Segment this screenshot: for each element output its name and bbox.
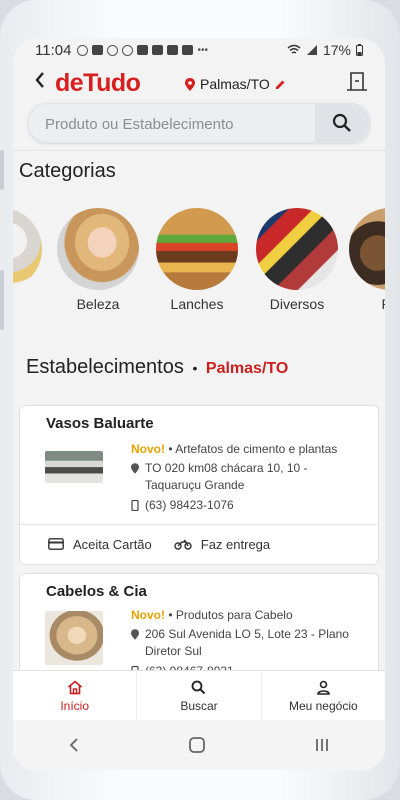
phone-frame: 11:04 ••• 17% deTudo Palmas/TO Produto o… [0,0,400,800]
search-button[interactable] [315,104,369,142]
back-button[interactable] [33,70,47,96]
establishment-info: Novo! • Artefatos de cimento e plantas T… [131,441,356,514]
notification-icons: ••• [77,44,208,56]
title-separator: • [192,360,198,376]
location-pin-icon [131,629,139,640]
credit-card-icon [48,538,64,550]
messenger-icon [92,45,104,55]
search-input[interactable] [43,104,317,144]
category-image [156,208,238,290]
chevron-left-icon [35,72,44,88]
delivery-feature: Faz entrega [174,537,270,552]
bottom-tab-bar: Início Buscar Meu negócio [13,670,385,721]
whatsapp-icon [77,44,89,56]
category-label: os [13,296,44,312]
establishment-category: • Artefatos de cimento e plantas [168,442,338,456]
establishment-phone[interactable]: (63) 98423-1076 [145,497,234,514]
search-icon [332,113,351,132]
category-label: Lanches [170,296,224,312]
tab-meu-negocio[interactable]: Meu negócio [260,671,385,721]
youtube-icon [182,45,194,55]
establishment-address: TO 020 km08 chácara 10, 10 - Taquaruçu G… [145,461,308,492]
edit-pencil-icon [275,80,285,89]
category-diversos[interactable]: Diversos [254,208,340,312]
wifi-icon [287,44,301,54]
novo-badge: Novo! [131,442,165,456]
youtube-icon [167,45,179,55]
card-payment-label: Aceita Cartão [73,536,152,552]
category-beleza[interactable]: Beleza [55,208,141,312]
establishment-features: Aceita Cartão Faz entrega [20,524,378,563]
search-icon [192,680,206,694]
category-label: Beleza [76,296,120,312]
status-bar: 11:04 ••• 17% [13,38,385,62]
location-label: Palmas/TO [200,76,270,92]
tab-label: Buscar [180,698,218,713]
category-label: Pe [347,296,385,312]
nav-home-icon[interactable] [187,736,207,754]
nav-recents-icon[interactable] [312,736,332,754]
category-image [349,208,385,290]
system-navigation-bar [13,720,385,770]
amazon-icon [137,45,149,55]
establishment-thumbnail [45,611,103,665]
exit-door-icon [347,72,367,91]
eye-icon [122,44,134,56]
signal-icon [306,45,317,55]
establishment-address: 206 Sul Avenida LO 5, Lote 23 - Plano Di… [145,627,349,658]
system-icons: 17% [287,42,363,58]
youtube-icon [152,45,164,55]
establishments-title: Estabelecimentos • Palmas/TO [26,356,288,379]
volume-button [0,150,4,190]
user-icon [317,680,330,695]
establishment-name: Cabelos & Cia [46,583,147,600]
establishments-heading: Estabelecimentos [26,356,184,378]
logout-button[interactable] [346,70,368,97]
tab-label: Meu negócio [288,698,358,713]
battery-percent: 17% [322,42,351,58]
delivery-label: Faz entrega [200,536,271,552]
motorcycle-icon [174,539,192,550]
status-time: 11:04 [35,41,72,59]
establishment-name: Vasos Baluarte [46,415,154,432]
tab-inicio[interactable]: Início [13,671,136,721]
categories-title: Categorias [19,160,116,182]
category-item[interactable]: Pe [347,208,385,312]
establishment-thumbnail [45,451,103,483]
novo-badge: Novo! [131,608,165,622]
category-lanches[interactable]: Lanches [154,208,240,312]
location-pin-icon [131,463,139,474]
app-screen: 11:04 ••• 17% deTudo Palmas/TO Produto o… [13,38,385,770]
home-icon [67,679,82,694]
card-payment-feature: Aceita Cartão [48,537,152,552]
app-logo: deTudo [55,69,141,97]
category-image [57,208,139,290]
chat-icon [107,44,119,56]
establishments-city: Palmas/TO [205,360,289,377]
category-image [13,208,42,290]
category-image [256,208,338,290]
tab-buscar[interactable]: Buscar [136,671,260,721]
side-button [0,270,4,330]
location-pin-icon [185,77,195,91]
category-item[interactable]: os [13,208,44,312]
location-selector[interactable]: Palmas/TO [185,76,286,92]
tab-label: Início [60,698,89,713]
categories-carousel: os Beleza Lanches Diversos Pe [13,208,385,318]
phone-icon [131,500,139,511]
more-icon: ••• [197,44,208,56]
search-bar [28,103,370,144]
establishment-category: • Produtos para Cabelo [168,608,293,622]
category-label: Diversos [269,296,325,312]
nav-back-icon[interactable] [66,736,82,754]
header-divider [13,150,385,151]
establishment-card[interactable]: Vasos Baluarte Novo! • Artefatos de cime… [19,405,379,565]
battery-icon [356,44,363,56]
app-header: deTudo Palmas/TO [13,62,385,104]
